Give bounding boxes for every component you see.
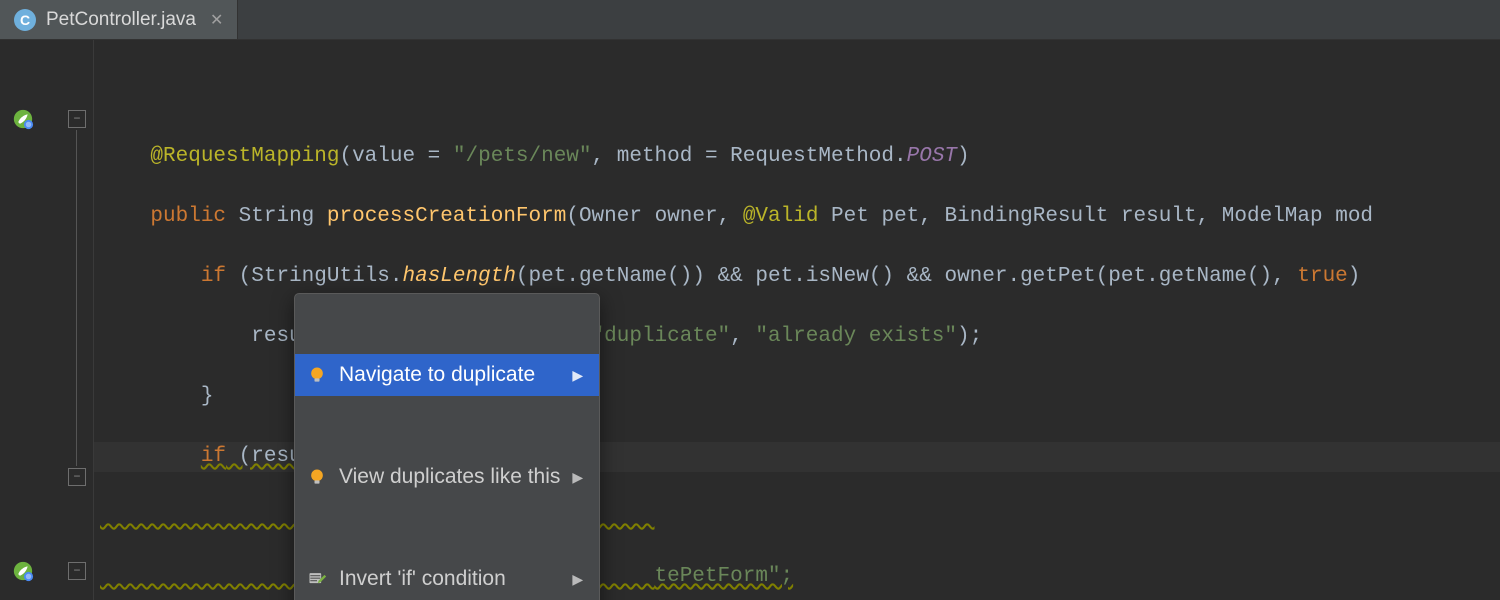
method: getPet: [1020, 265, 1096, 288]
editor-tab[interactable]: C PetController.java ✕: [0, 0, 238, 39]
annotation: @Valid: [743, 205, 819, 228]
intention-navigate-duplicate[interactable]: Navigate to duplicate ▶: [295, 354, 599, 396]
method: isNew: [806, 265, 869, 288]
tab-bar: C PetController.java ✕: [0, 0, 1500, 40]
type: Owner: [579, 205, 642, 228]
string: "/pets/new": [453, 145, 592, 168]
op: &&: [718, 265, 743, 288]
attr: value: [352, 145, 415, 168]
spring-bean-icon[interactable]: [12, 560, 38, 586]
fold-toggle[interactable]: −: [68, 110, 86, 128]
intention-label: Navigate to duplicate: [339, 360, 535, 390]
close-icon[interactable]: ✕: [206, 10, 227, 30]
method: getName: [579, 265, 667, 288]
type: BindingResult: [945, 205, 1109, 228]
annotation: @RequestMapping: [150, 145, 339, 168]
param: owner: [655, 205, 718, 228]
attr: method: [617, 145, 693, 168]
code-line[interactable]: if (StringUtils.hasLength(pet.getName())…: [94, 262, 1500, 292]
lightbulb-icon: [307, 365, 327, 385]
type: StringUtils: [251, 265, 390, 288]
pencil-icon: [307, 569, 327, 589]
chevron-right-icon: ▶: [572, 564, 583, 594]
intention-label: Invert 'if' condition: [339, 564, 506, 594]
code-area[interactable]: @RequestMapping(value = "/pets/new", met…: [94, 40, 1500, 600]
intention-popup: Navigate to duplicate ▶ View duplicates …: [294, 293, 600, 600]
kw: public: [150, 205, 226, 228]
op: &&: [907, 265, 932, 288]
chevron-right-icon: ▶: [572, 462, 583, 492]
method: hasLength: [403, 265, 516, 288]
tab-filename: PetController.java: [46, 9, 196, 31]
kw: true: [1297, 265, 1347, 288]
param: result: [1121, 205, 1197, 228]
intention-label: View duplicates like this: [339, 462, 560, 492]
kw: if: [201, 265, 226, 288]
spring-bean-icon[interactable]: [12, 108, 38, 134]
code-line[interactable]: @RequestMapping(value = "/pets/new", met…: [94, 142, 1500, 172]
type: RequestMethod: [730, 145, 894, 168]
type: Pet: [831, 205, 869, 228]
chevron-right-icon: ▶: [572, 360, 583, 390]
type: ModelMap: [1222, 205, 1323, 228]
param: mod: [1335, 205, 1373, 228]
code-line[interactable]: public String processCreationForm(Owner …: [94, 202, 1500, 232]
editor[interactable]: − − − @RequestMapping(value = "/pets/new…: [0, 40, 1500, 600]
intention-invert-if[interactable]: Invert 'if' condition ▶: [295, 558, 599, 600]
fold-toggle[interactable]: −: [68, 468, 86, 486]
string: tePetForm";: [655, 565, 794, 588]
lightbulb-icon: [307, 467, 327, 487]
type: String: [239, 205, 315, 228]
gutter: − − −: [0, 40, 94, 600]
method: processCreationForm: [327, 205, 566, 228]
enum: POST: [907, 145, 957, 168]
string: "duplicate": [592, 325, 731, 348]
intention-view-duplicates[interactable]: View duplicates like this ▶: [295, 456, 599, 498]
fold-toggle[interactable]: −: [68, 562, 86, 580]
kw: if: [201, 445, 226, 468]
param: pet: [881, 205, 919, 228]
fold-guide: [76, 130, 77, 466]
java-class-icon: C: [14, 9, 36, 31]
string: "already exists": [755, 325, 957, 348]
method: getName: [1159, 265, 1247, 288]
